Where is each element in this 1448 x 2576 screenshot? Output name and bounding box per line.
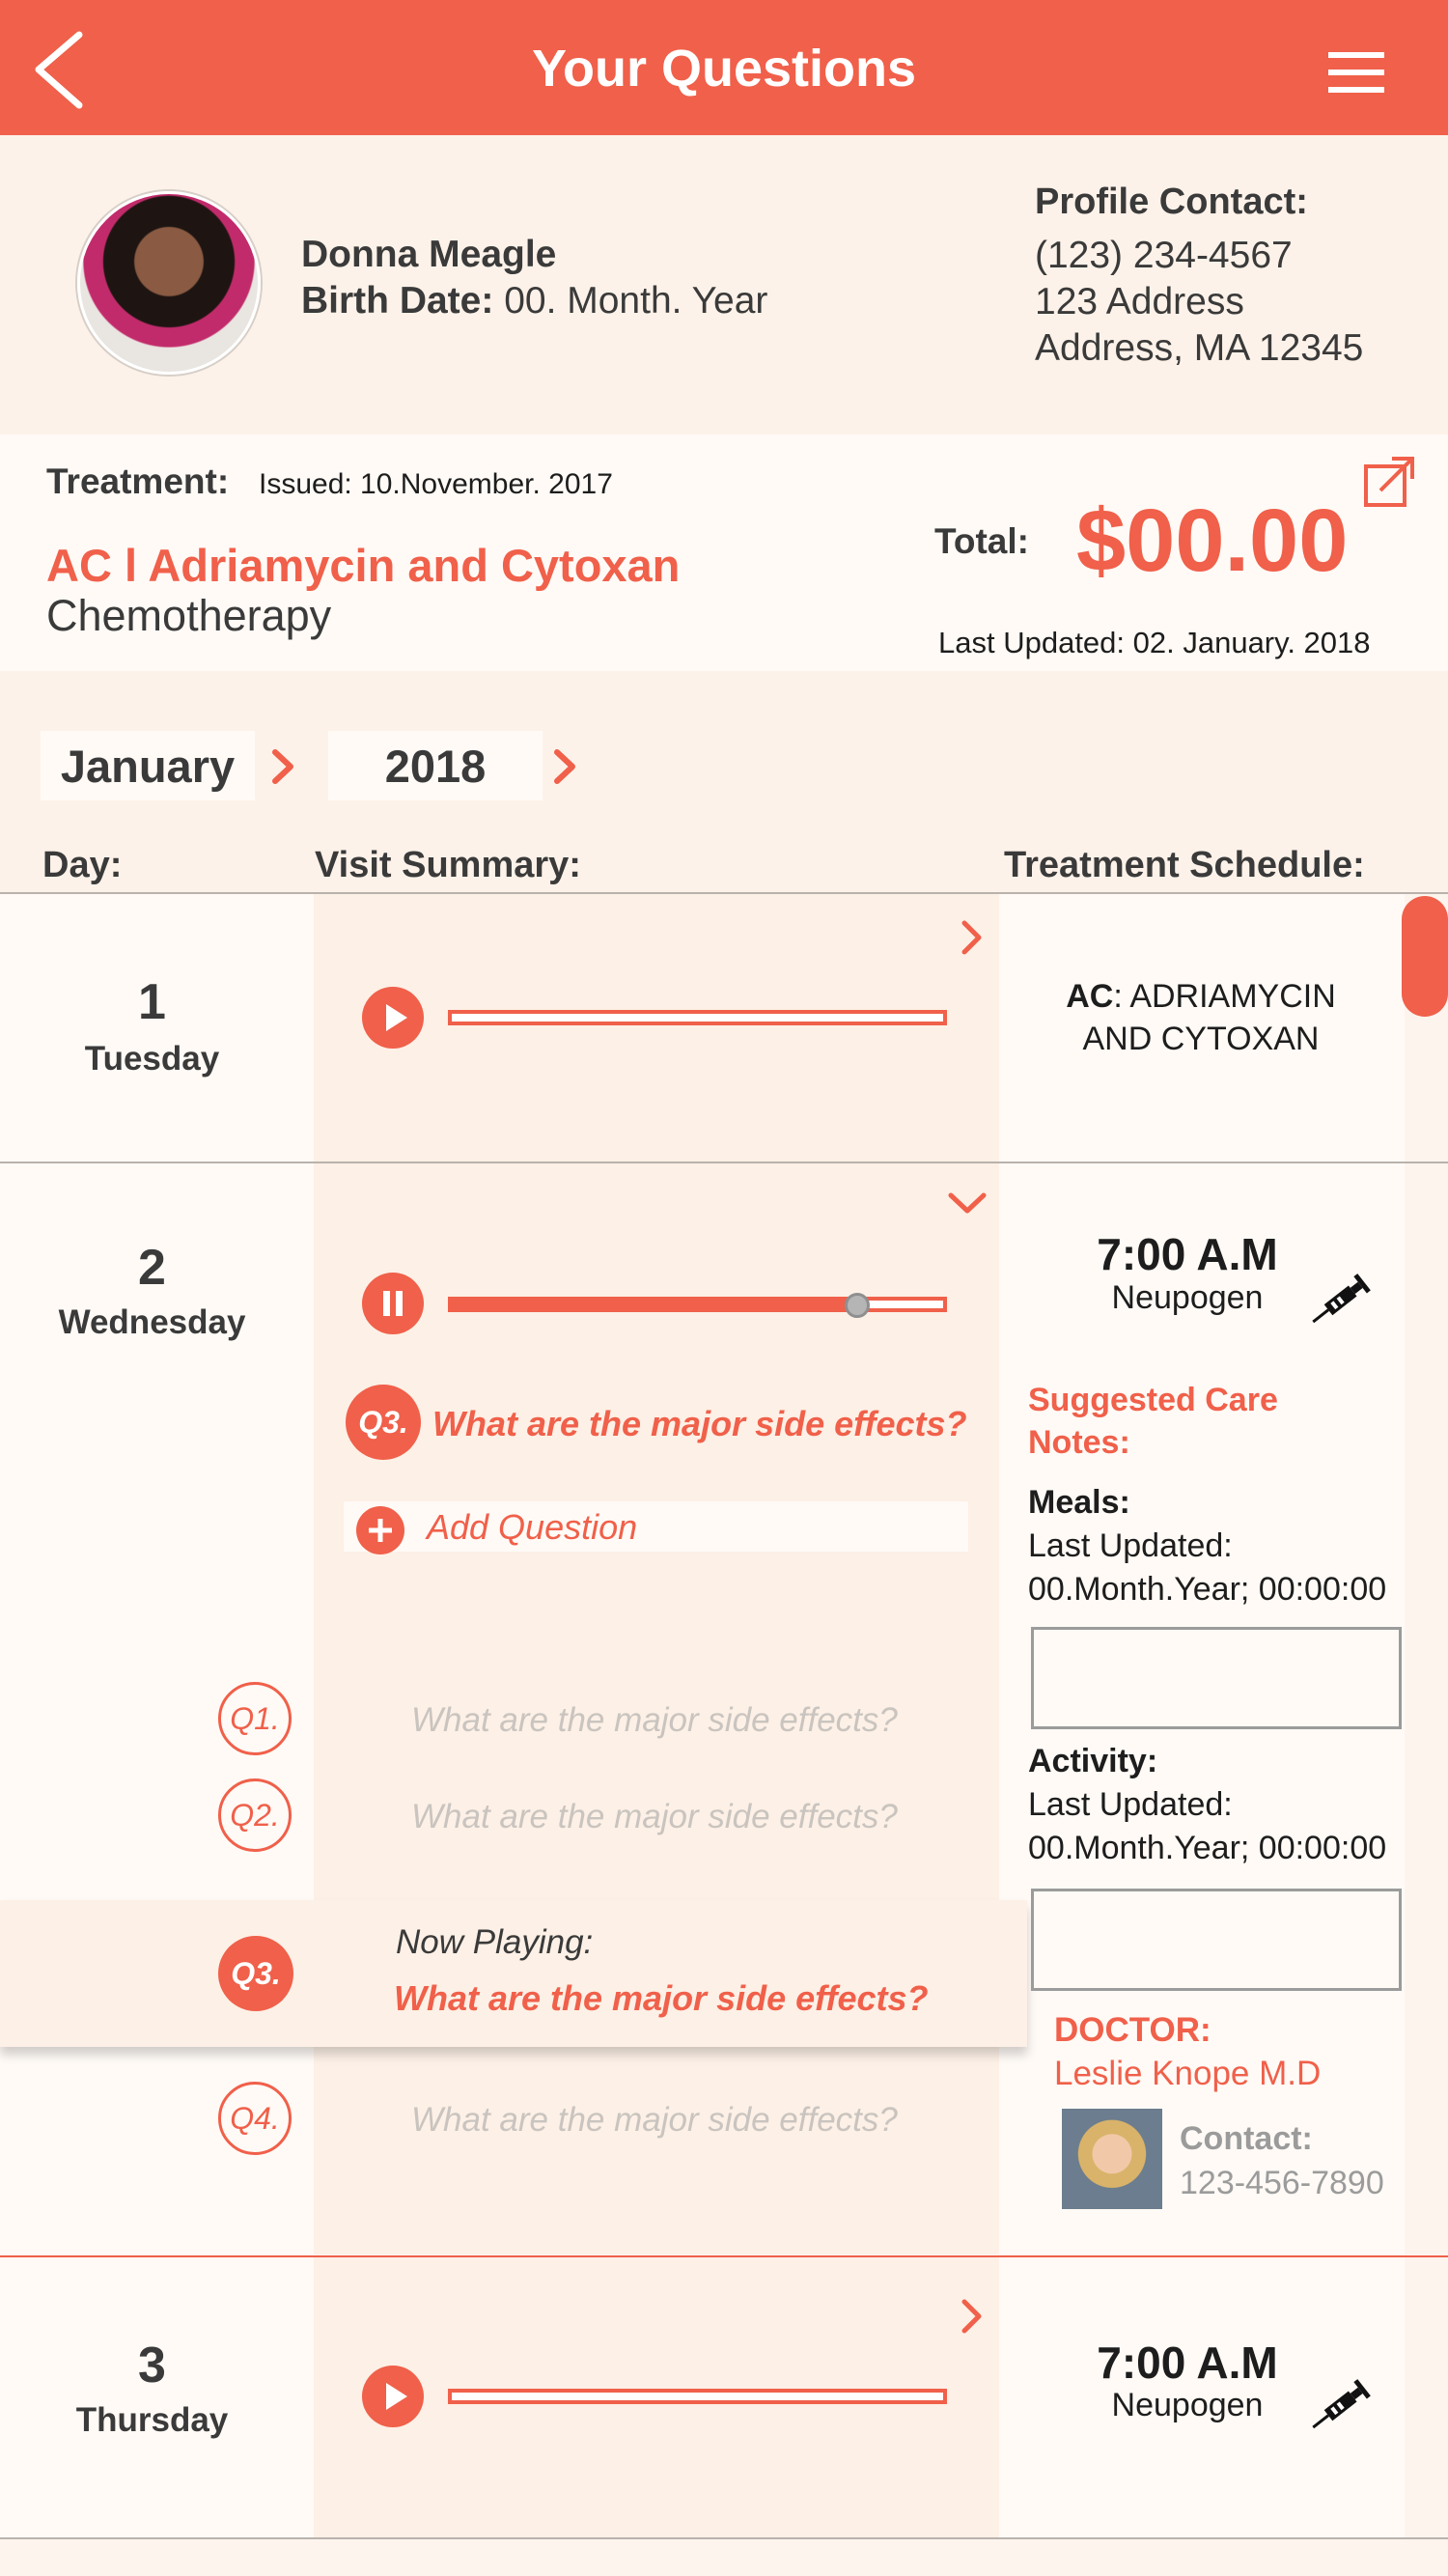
schedule-time: 7:00 A.M bbox=[1097, 1229, 1278, 1279]
column-header-visit-summary: Visit Summary: bbox=[315, 845, 581, 885]
pause-icon bbox=[383, 1291, 403, 1316]
column-header-treatment-schedule: Treatment Schedule: bbox=[1004, 845, 1365, 885]
schedule-treatment-line2: AND CYTOXAN bbox=[1082, 1021, 1320, 1057]
month-value: January bbox=[60, 740, 236, 792]
patient-name: Donna Meagle bbox=[301, 234, 557, 275]
profile-contact-label: Profile Contact: bbox=[1035, 182, 1308, 222]
question-text-q2[interactable]: What are the major side effects? bbox=[411, 1798, 898, 1836]
audio-progress-track[interactable] bbox=[448, 1010, 947, 1025]
question-badge-q4[interactable]: Q4. bbox=[218, 2082, 292, 2155]
play-icon bbox=[386, 1004, 407, 1031]
year-next-chevron-icon[interactable] bbox=[550, 748, 579, 785]
now-playing-text: What are the major side effects? bbox=[394, 1978, 929, 2018]
question-text-q4[interactable]: What are the major side effects? bbox=[411, 2101, 898, 2140]
treatment-section: Treatment: Issued: 10.November. 2017 AC … bbox=[0, 434, 1448, 671]
month-next-chevron-icon[interactable] bbox=[268, 748, 297, 785]
total-label: Total: bbox=[934, 521, 1029, 561]
play-button[interactable] bbox=[362, 2366, 424, 2427]
audio-progress-track[interactable] bbox=[448, 2389, 947, 2404]
expand-chevron-right-icon[interactable] bbox=[960, 2298, 985, 2335]
birth-date: Birth Date: 00. Month. Year bbox=[301, 280, 767, 322]
collapse-chevron-down-icon[interactable] bbox=[946, 1190, 989, 1218]
active-question-badge: Q3. bbox=[346, 1385, 421, 1460]
scrollbar-thumb[interactable] bbox=[1402, 896, 1448, 1017]
day-name: Wednesday bbox=[58, 1303, 246, 1341]
play-button[interactable] bbox=[362, 987, 424, 1049]
syringe-icon bbox=[1312, 1274, 1371, 1324]
play-icon bbox=[386, 2383, 407, 2410]
schedule-treatment: AC: ADRIAMYCIN AND CYTOXAN bbox=[1004, 975, 1398, 1060]
care-notes-title-line2: Notes: bbox=[1028, 1424, 1130, 1461]
meals-updated-label: Last Updated: bbox=[1028, 1527, 1233, 1564]
doctor-avatar bbox=[1062, 2109, 1162, 2209]
expand-chevron-right-icon[interactable] bbox=[960, 919, 985, 956]
treatment-issued: Issued: 10.November. 2017 bbox=[259, 468, 613, 500]
profile-phone: (123) 234-4567 bbox=[1035, 235, 1293, 276]
treatment-label: Treatment: bbox=[46, 462, 230, 501]
activity-updated-value: 00.Month.Year; 00:00:00 bbox=[1028, 1830, 1387, 1866]
add-question-label: Add Question bbox=[427, 1507, 638, 1547]
day-number: 1 bbox=[138, 974, 166, 1030]
meals-updated-value: 00.Month.Year; 00:00:00 bbox=[1028, 1571, 1387, 1608]
activity-notes-field[interactable] bbox=[1031, 1889, 1402, 1991]
day-name: Thursday bbox=[75, 2401, 229, 2439]
activity-label: Activity: bbox=[1028, 1743, 1158, 1779]
treatment-name: AC l Adriamycin and Cytoxan bbox=[46, 540, 681, 591]
question-badge-q1[interactable]: Q1. bbox=[218, 1682, 292, 1755]
schedule-drug: Neupogen bbox=[1111, 1279, 1264, 1316]
audio-progress-fill bbox=[452, 1301, 855, 1308]
audio-progress-track[interactable] bbox=[448, 1297, 947, 1312]
now-playing-badge: Q3. bbox=[218, 1936, 293, 2011]
profile-address-line1: 123 Address bbox=[1035, 281, 1244, 322]
audio-scrub-knob[interactable] bbox=[844, 1293, 870, 1318]
menu-button[interactable] bbox=[1323, 48, 1390, 97]
active-question-text[interactable]: What are the major side effects? bbox=[432, 1404, 967, 1444]
doctor-contact-label: Contact: bbox=[1180, 2120, 1313, 2157]
doctor-contact-phone[interactable]: 123-456-7890 bbox=[1180, 2165, 1384, 2202]
page-title: Your Questions bbox=[531, 40, 917, 98]
last-updated: Last Updated: 02. January. 2018 bbox=[938, 626, 1371, 659]
schedule-drug: Neupogen bbox=[1111, 2387, 1264, 2423]
day-name: Tuesday bbox=[84, 1040, 220, 1078]
date-selector-section: January 2018 Day: Visit Summary: Treatme… bbox=[0, 671, 1448, 893]
doctor-name[interactable]: Leslie Knope M.D bbox=[1054, 2055, 1321, 2093]
top-app-bar: Your Questions bbox=[0, 0, 1448, 135]
add-question-button[interactable]: Add Question bbox=[344, 1501, 968, 1554]
profile-section: Donna Meagle Birth Date: 00. Month. Year… bbox=[0, 135, 1448, 434]
pause-button[interactable] bbox=[362, 1273, 424, 1334]
year-selector[interactable]: 2018 bbox=[328, 731, 543, 800]
now-playing-card[interactable]: Q3. Now Playing: What are the major side… bbox=[0, 1900, 1027, 2047]
total-value: $00.00 bbox=[1076, 491, 1349, 590]
now-playing-label: Now Playing: bbox=[396, 1923, 594, 1961]
divider bbox=[0, 2537, 1448, 2539]
care-notes-title: Suggested Care Notes: bbox=[1028, 1379, 1278, 1464]
syringe-icon bbox=[1312, 2379, 1371, 2429]
activity-updated-label: Last Updated: bbox=[1028, 1786, 1233, 1823]
birth-date-value: 00. Month. Year bbox=[504, 280, 768, 322]
schedule-treatment-line1: : ADRIAMYCIN bbox=[1113, 978, 1336, 1015]
plus-circle-icon bbox=[356, 1506, 404, 1554]
schedule-time: 7:00 A.M bbox=[1097, 2338, 1278, 2388]
year-value: 2018 bbox=[384, 740, 487, 792]
schedule-treatment-code: AC bbox=[1066, 978, 1114, 1015]
external-link-icon bbox=[1364, 457, 1414, 507]
treatment-type: Chemotherapy bbox=[46, 591, 332, 640]
question-badge-q2[interactable]: Q2. bbox=[218, 1778, 292, 1852]
open-external-button[interactable] bbox=[1363, 454, 1417, 508]
care-notes-title-line1: Suggested Care bbox=[1028, 1382, 1278, 1418]
hamburger-menu-icon bbox=[1328, 52, 1384, 93]
meals-notes-field[interactable] bbox=[1031, 1627, 1402, 1729]
month-selector[interactable]: January bbox=[41, 731, 255, 800]
patient-avatar bbox=[77, 191, 261, 375]
birth-date-label: Birth Date: bbox=[301, 280, 494, 322]
column-header-day: Day: bbox=[42, 845, 123, 885]
day-number: 3 bbox=[138, 2338, 166, 2394]
question-text-q1[interactable]: What are the major side effects? bbox=[411, 1701, 898, 1740]
profile-address-line2: Address, MA 12345 bbox=[1035, 327, 1364, 369]
day-number: 2 bbox=[138, 1240, 166, 1296]
day-cell bbox=[0, 2257, 314, 2537]
meals-label: Meals: bbox=[1028, 1484, 1130, 1521]
doctor-label: DOCTOR: bbox=[1054, 2011, 1211, 2049]
